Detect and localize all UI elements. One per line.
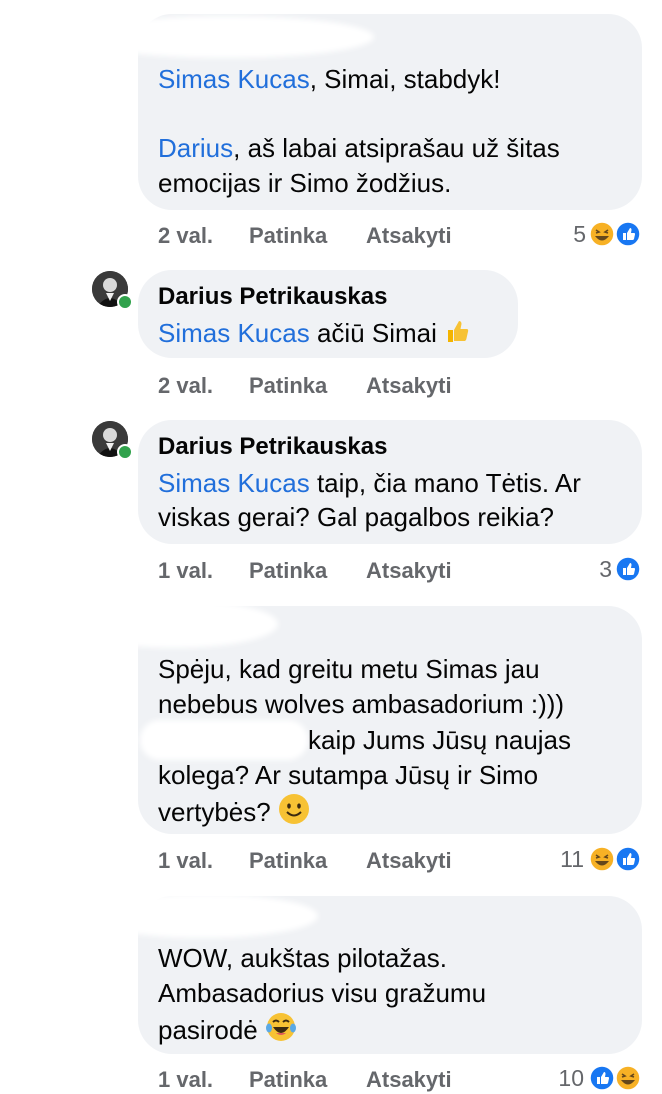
comment-line: Simas Kucas, Simai, stabdyk! — [158, 62, 500, 96]
redacted-mention — [140, 720, 308, 760]
comment-author[interactable]: Darius Petrikauskas — [158, 282, 387, 312]
comment-line: Simas Kucas ačiū Simai — [158, 316, 474, 350]
smile-emoji-icon — [278, 794, 309, 824]
tears-of-joy-emoji-icon — [265, 1013, 296, 1041]
reply-action[interactable]: Atsakyti — [366, 372, 452, 400]
comment-line: kaip Jums Jūsų naujas — [308, 723, 571, 757]
mention-link[interactable]: Simas Kucas — [158, 64, 310, 94]
reply-action[interactable]: Atsakyti — [366, 557, 452, 585]
comment-text: viskas gerai? Gal pagalbos reikia? — [158, 502, 554, 532]
comment-text: kaip Jums Jūsų naujas — [308, 725, 572, 755]
comment-line: nebebus wolves ambasadorium :))) — [158, 687, 564, 721]
comment-time[interactable]: 1 val. — [158, 1066, 213, 1094]
mention-link[interactable]: Simas Kucas — [158, 318, 310, 348]
like-icon[interactable] — [615, 556, 641, 582]
haha-icon[interactable] — [615, 1065, 641, 1091]
comment-text: WOW, aukštas pilotažas. — [158, 943, 447, 973]
redacted-author-name — [88, 894, 318, 938]
reply-action[interactable]: Atsakyti — [366, 1066, 452, 1094]
like-action[interactable]: Patinka — [249, 847, 327, 875]
comment-time[interactable]: 2 val. — [158, 372, 213, 400]
reaction-count[interactable]: 3 — [572, 555, 612, 583]
comment-line: emocijas ir Simo žodžius. — [158, 166, 451, 200]
comment-time[interactable]: 1 val. — [158, 847, 213, 875]
haha-icon[interactable] — [589, 846, 615, 872]
reaction-count[interactable]: 5 — [546, 220, 586, 248]
mention-link[interactable]: Simas Kucas — [158, 468, 310, 498]
haha-icon[interactable] — [589, 221, 615, 247]
comment-text: nebebus wolves ambasadorium :))) — [158, 689, 565, 719]
comment-line: pasirodė — [158, 1011, 297, 1047]
like-action[interactable]: Patinka — [249, 557, 327, 585]
comment-line: Simas Kucas taip, čia mano Tėtis. Ar — [158, 466, 581, 500]
like-action[interactable]: Patinka — [249, 222, 327, 250]
reply-action[interactable]: Atsakyti — [366, 222, 452, 250]
comment-time[interactable]: 2 val. — [158, 222, 213, 250]
comment-text: ačiū Simai — [309, 318, 437, 348]
redacted-author-name — [78, 16, 374, 58]
comment-line: kolega? Ar sutampa Jūsų ir Simo — [158, 758, 538, 792]
like-icon[interactable] — [615, 221, 641, 247]
comment-line: Ambasadorius visu gražumu — [158, 976, 486, 1010]
redacted-author-name — [70, 600, 278, 648]
reply-action[interactable]: Atsakyti — [366, 847, 452, 875]
comment-text: pasirodė — [158, 1015, 258, 1045]
online-status-dot — [117, 444, 133, 460]
like-action[interactable]: Patinka — [249, 1066, 327, 1094]
comment-text: kolega? Ar sutampa Jūsų ir Simo — [158, 760, 539, 790]
comment-text: , aš labai atsiprašau už šitas — [233, 133, 560, 163]
comment-line: viskas gerai? Gal pagalbos reikia? — [158, 500, 554, 534]
online-status-dot — [117, 294, 133, 310]
comment-text: Ambasadorius visu gražumu — [158, 978, 487, 1008]
comment-text: vertybės? — [158, 797, 271, 827]
reaction-count[interactable]: 10 — [544, 1064, 584, 1092]
comment-time[interactable]: 1 val. — [158, 557, 213, 585]
comment-text: , Simai, stabdyk! — [309, 64, 501, 94]
comment-text: taip, čia mano Tėtis. Ar — [309, 468, 581, 498]
comment-line: Darius, aš labai atsiprašau už šitas — [158, 131, 560, 165]
comment-line: Spėju, kad greitu metu Simas jau — [158, 652, 540, 686]
like-action[interactable]: Patinka — [249, 372, 327, 400]
comment-author[interactable]: Darius Petrikauskas — [158, 432, 387, 462]
comment-text: Spėju, kad greitu metu Simas jau — [158, 654, 540, 684]
mention-link[interactable]: Darius — [158, 133, 233, 163]
comment-line: vertybės? — [158, 793, 310, 829]
like-icon[interactable] — [615, 846, 641, 872]
like-icon[interactable] — [589, 1065, 615, 1091]
comment-text: emocijas ir Simo žodžius. — [158, 168, 452, 198]
reaction-count[interactable]: 11 — [544, 845, 584, 873]
comment-line: WOW, aukštas pilotažas. — [158, 941, 447, 975]
thumbs-up-emoji-icon — [448, 321, 469, 342]
